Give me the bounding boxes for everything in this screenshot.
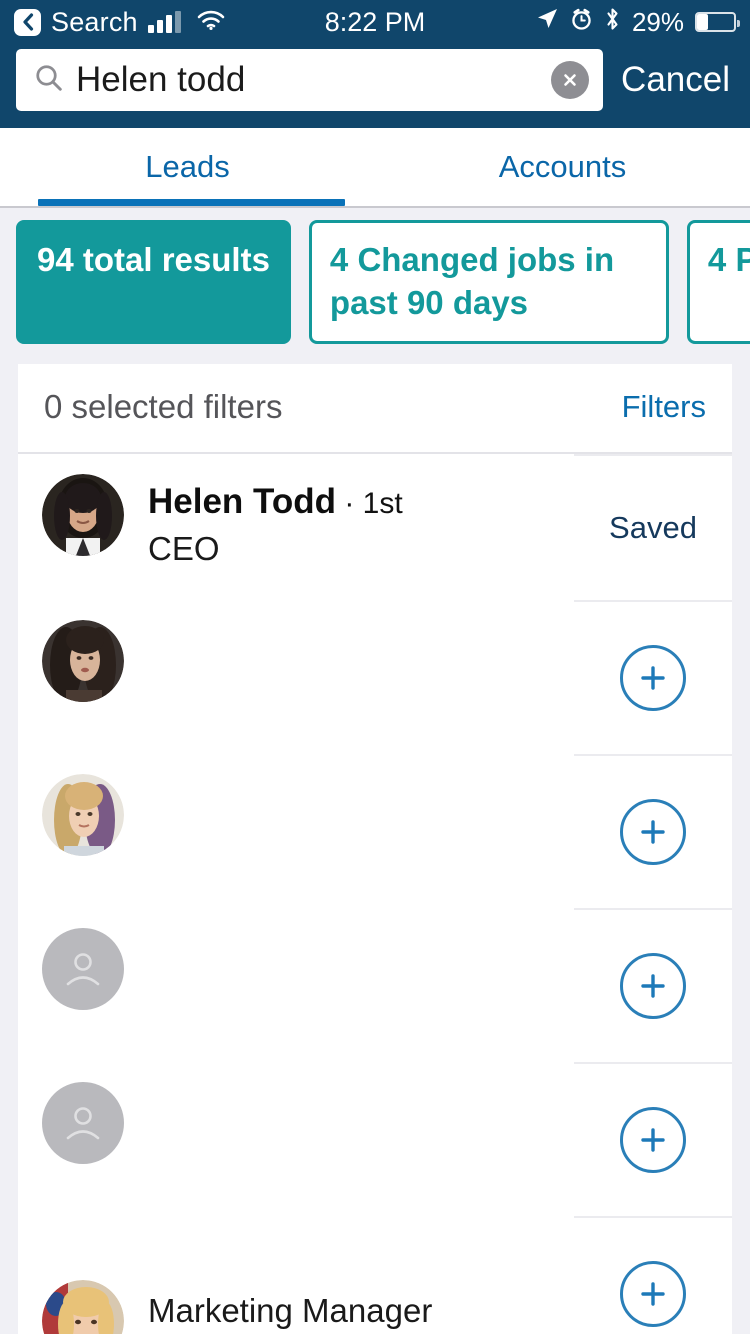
search-bar: Helen todd Cancel [0,44,750,128]
clear-icon[interactable] [551,61,589,99]
row-action[interactable] [574,1062,732,1216]
result-tabs: Leads Accounts [0,128,750,206]
avatar [42,1280,124,1334]
add-lead-button[interactable] [620,953,686,1019]
filter-chip-bar[interactable]: 94 total results 4 Changed jobs in past … [0,208,750,356]
tab-accounts-label: Accounts [499,149,627,185]
table-row[interactable] [18,1062,732,1216]
filters-button[interactable]: Filters [622,389,706,425]
chip-posted-on-linkedin[interactable]: 4 Posted on LinkedIn in past 3 [687,220,750,344]
chip-changed-jobs[interactable]: 4 Changed jobs in past 90 days [309,220,669,344]
table-row[interactable]: Helen Todd · 1st CEO Saved [18,454,732,600]
row-action[interactable]: Saved [574,454,732,600]
app-screen: Search 8:22 PM [0,0,750,1334]
lead-row-content[interactable]: Helen Todd · 1st CEO [18,454,574,600]
lead-row-content[interactable] [18,1062,574,1216]
avatar [42,474,124,556]
cancel-button[interactable]: Cancel [613,60,736,100]
lead-row-content[interactable]: Marketing Manager [18,1216,574,1334]
avatar-placeholder-icon [42,1082,124,1164]
lead-degree: · 1st [336,487,403,520]
signal-bars-icon [148,11,181,33]
add-lead-button[interactable] [620,1107,686,1173]
avatar [42,620,124,702]
search-input[interactable]: Helen todd [76,60,539,100]
table-row[interactable] [18,908,732,1062]
avatar [42,774,124,856]
lead-row-content[interactable] [18,754,574,908]
status-bar-left: Search [14,7,225,38]
lead-title: CEO [148,528,403,571]
lead-text: Helen Todd · 1st CEO [148,474,403,571]
status-bar-right: 29% [535,7,736,38]
wifi-icon [197,7,225,38]
table-row[interactable] [18,754,732,908]
row-action[interactable] [574,1216,732,1334]
table-row[interactable] [18,600,732,754]
add-lead-button[interactable] [620,645,686,711]
lead-text: Marketing Manager [148,1280,432,1334]
bluetooth-icon [604,7,621,38]
filters-row: 0 selected filters Filters [18,364,732,454]
saved-status-badge: Saved [609,510,697,546]
lead-title: Marketing Manager [148,1290,432,1333]
chip-total-results[interactable]: 94 total results [16,220,291,344]
lead-degree-text: 1st [363,487,403,520]
row-action[interactable] [574,908,732,1062]
lead-name: Helen Todd · 1st [148,480,403,524]
selected-filters-label: 0 selected filters [44,388,282,426]
status-bar-back-label[interactable]: Search [51,7,138,38]
add-lead-button[interactable] [620,1261,686,1327]
tab-leads-label: Leads [145,149,229,185]
avatar-placeholder-icon [42,928,124,1010]
tab-accounts[interactable]: Accounts [375,128,750,206]
search-icon [34,63,64,98]
add-lead-button[interactable] [620,799,686,865]
search-field[interactable]: Helen todd [16,49,603,111]
alarm-clock-icon [570,7,593,38]
lead-row-content[interactable] [18,600,574,754]
battery-icon [695,12,736,32]
battery-percent-label: 29% [632,7,684,38]
lead-name-text: Helen Todd [148,482,336,521]
status-bar: Search 8:22 PM [0,0,750,44]
row-action[interactable] [574,600,732,754]
tab-leads[interactable]: Leads [0,128,375,206]
row-action[interactable] [574,754,732,908]
lead-row-content[interactable] [18,908,574,1062]
results-card: 0 selected filters Filters [18,364,732,1334]
table-row[interactable]: Marketing Manager [18,1216,732,1334]
back-chevron-icon[interactable] [14,9,41,36]
location-arrow-icon [535,7,559,38]
lead-separator: · [344,487,354,520]
